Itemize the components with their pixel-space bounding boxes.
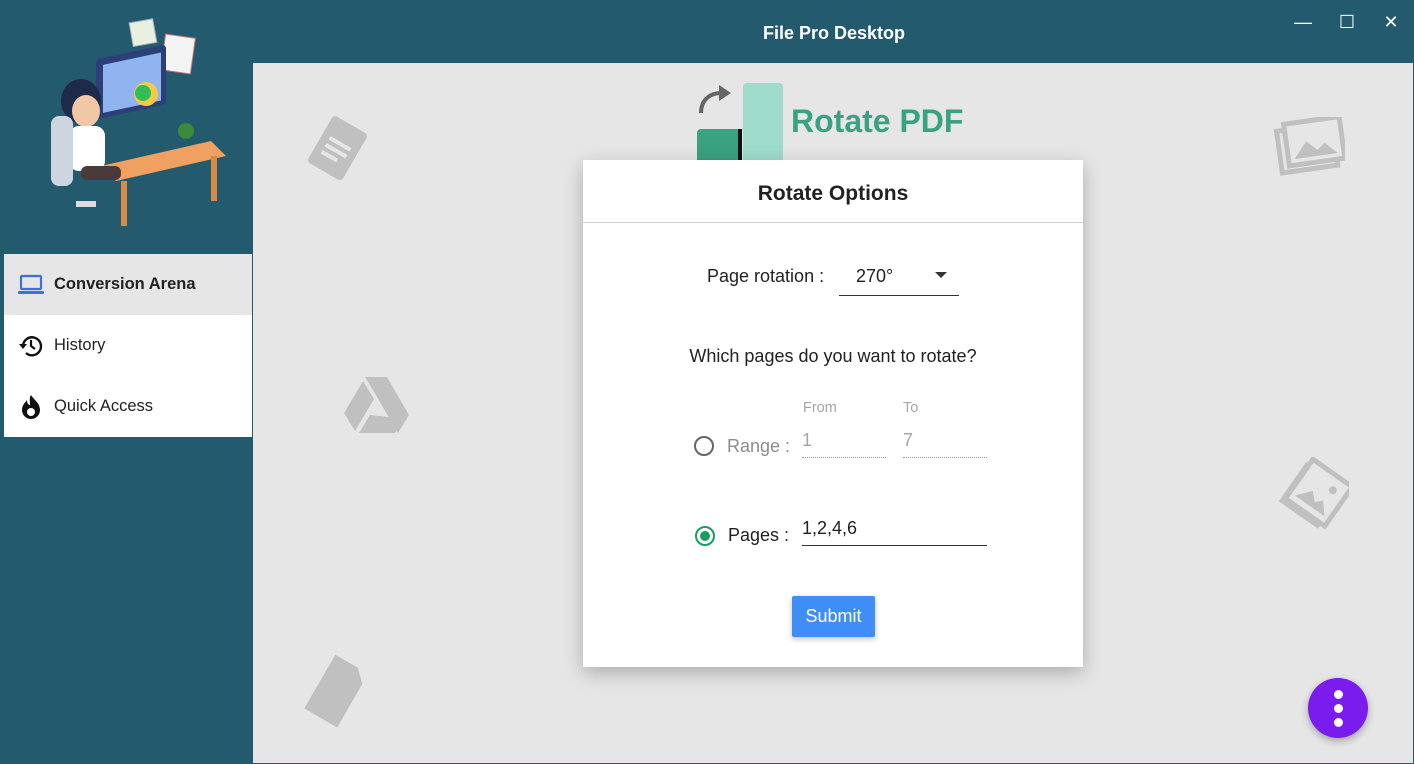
history-icon [16, 331, 46, 361]
range-to-input[interactable]: 7 [903, 428, 987, 458]
rotate-options-dialog: Rotate Options Page rotation : 270° Whic… [583, 160, 1083, 667]
more-options-button[interactable] [1308, 678, 1368, 738]
window-title: File Pro Desktop [762, 23, 906, 43]
sidebar-item-history[interactable]: History [4, 315, 252, 376]
rotate-pdf-logo [697, 83, 783, 161]
range-radio[interactable] [694, 436, 714, 456]
to-label: To [903, 400, 919, 416]
pages-radio[interactable] [695, 526, 715, 546]
pages-label: Pages : [728, 525, 790, 545]
pages-input[interactable]: 1,2,4,6 [802, 516, 987, 546]
dialog-title: Rotate Options [583, 160, 1083, 223]
submit-button[interactable]: Submit [792, 596, 875, 637]
document-icon [308, 116, 367, 181]
dot-icon [1334, 690, 1343, 699]
drive-icon [344, 377, 409, 433]
dot-icon [1334, 718, 1343, 727]
flame-icon [16, 392, 46, 422]
from-label: From [803, 400, 837, 416]
sidebar-nav: Conversion Arena History Quick Access [4, 254, 252, 437]
page-rotation-select[interactable]: 270° [839, 260, 959, 296]
sidebar-item-label: Quick Access [54, 397, 154, 415]
sidebar-item-label: Conversion Arena [54, 275, 196, 293]
laptop-icon [16, 270, 46, 300]
images-icon [1273, 117, 1345, 176]
file-icon [304, 654, 363, 728]
picture-stack-icon [1278, 457, 1349, 530]
page-rotation-label: Page rotation : [707, 266, 825, 286]
chevron-down-icon [935, 272, 947, 278]
sidebar-item-label: History [54, 336, 106, 354]
close-button[interactable]: ✕ [1376, 11, 1406, 35]
range-from-input[interactable]: 1 [802, 428, 886, 458]
page-rotation-value: 270° [856, 266, 894, 286]
pages-question: Which pages do you want to rotate? [689, 346, 977, 366]
minimize-button[interactable]: — [1288, 11, 1318, 35]
app-window: File Pro Desktop — ☐ ✕ Conversion Arena … [0, 0, 1414, 764]
sidebar-item-quick-access[interactable]: Quick Access [4, 376, 252, 437]
sidebar: Conversion Arena History Quick Access [1, 1, 253, 763]
sidebar-item-conversion-arena[interactable]: Conversion Arena [4, 254, 252, 315]
workspace-illustration [51, 18, 226, 226]
dot-icon [1334, 704, 1343, 713]
range-label: Range : [727, 436, 791, 456]
page-title: Rotate PDF [791, 103, 964, 139]
maximize-button[interactable]: ☐ [1332, 11, 1362, 35]
